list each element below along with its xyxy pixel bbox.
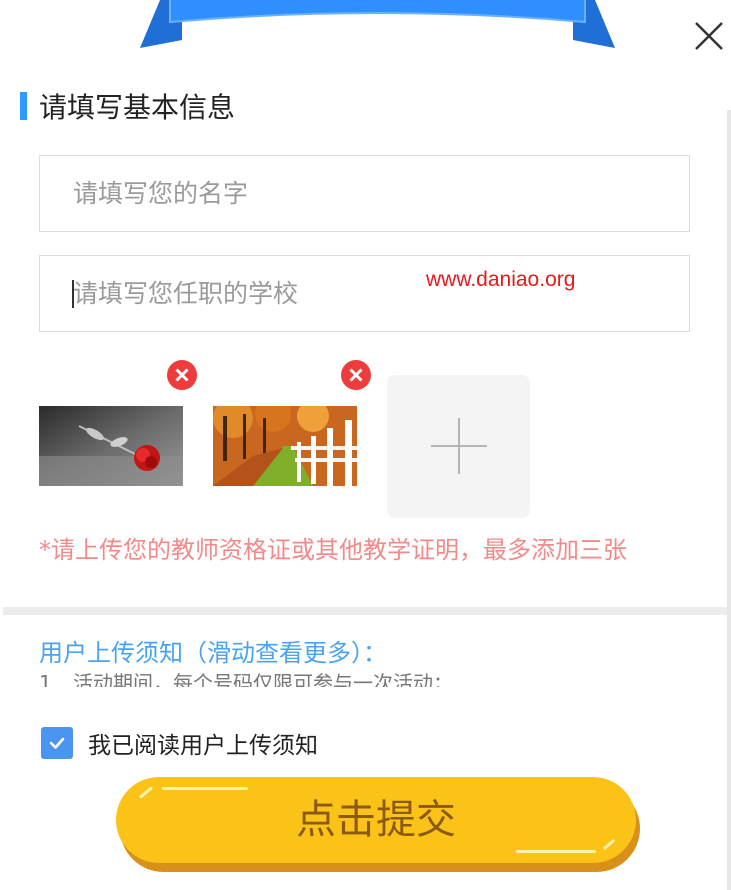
text-caret [72,280,74,308]
scrollbar[interactable] [727,110,731,890]
watermark-text: www.daniao.org [426,268,576,291]
notice-item-text: 活动期间，每个号码仅限可参与一次活动； [73,671,453,687]
notice-item-number: 1. [39,671,59,687]
ribbon-banner [140,0,615,48]
add-image-button[interactable] [387,375,530,518]
close-icon[interactable] [690,17,728,55]
agreement-checkbox-row[interactable]: 我已阅读用户上传须知 [41,726,318,760]
agreement-label: 我已阅读用户上传须知 [88,733,318,759]
remove-image-2-icon[interactable] [340,359,372,391]
submit-button-label: 点击提交 [296,797,456,843]
section-title-text: 请填写基本信息 [39,91,236,124]
title-accent-bar [20,92,27,120]
submit-button[interactable]: 点击提交 [116,777,640,872]
rose-photo-icon [39,406,183,486]
section-title: 请填写基本信息 [20,88,235,124]
upload-hint: *请上传您的教师资格证或其他教学证明，最多添加三张 [39,536,627,564]
school-input[interactable] [40,256,689,331]
school-field[interactable] [39,255,690,332]
notice-title: 用户上传须知（滑动查看更多）： [39,639,387,667]
name-input[interactable] [40,156,689,231]
section-divider [3,607,727,615]
remove-image-1-icon[interactable] [166,359,198,391]
notice-item: 1. 活动期间，每个号码仅限可参与一次活动； [39,670,719,687]
agreement-checkbox[interactable] [41,727,73,759]
notice-scroll-area[interactable]: 1. 活动期间，每个号码仅限可参与一次活动； [39,670,719,687]
plus-icon-vertical [458,418,460,474]
checkmark-icon [49,737,65,749]
uploaded-image-2[interactable] [213,406,357,486]
name-field[interactable] [39,155,690,232]
autumn-fence-photo-icon [213,406,357,486]
uploaded-image-1[interactable] [39,406,183,486]
